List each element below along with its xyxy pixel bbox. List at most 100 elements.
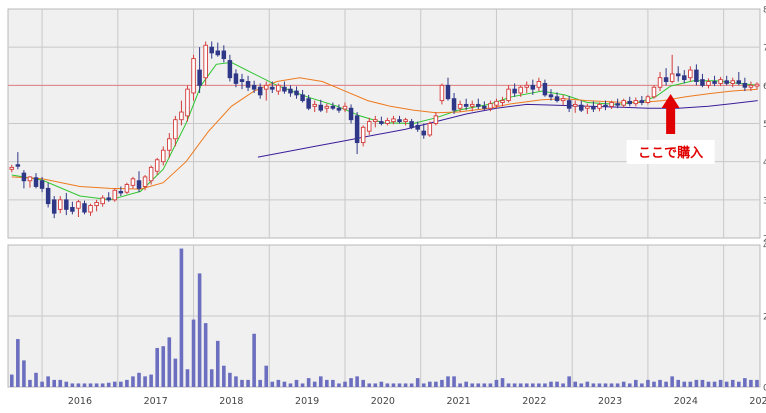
candle-body bbox=[542, 82, 548, 96]
candle-body bbox=[294, 90, 299, 96]
volume-bar bbox=[537, 383, 541, 387]
candle-body bbox=[130, 178, 136, 186]
volume-bar bbox=[264, 365, 269, 387]
volume-bar bbox=[106, 382, 111, 387]
candle-body bbox=[748, 84, 754, 88]
candle-body bbox=[488, 103, 493, 109]
candle-body bbox=[415, 124, 420, 130]
volume-panel: 0M2M4M bbox=[7, 242, 766, 394]
candle-body bbox=[94, 202, 99, 207]
volume-bar bbox=[185, 369, 190, 387]
volume-bar bbox=[470, 383, 475, 387]
volume-bar bbox=[167, 337, 172, 387]
volume-bar bbox=[215, 340, 220, 387]
volume-bar bbox=[64, 381, 69, 387]
volume-bar bbox=[337, 383, 341, 387]
candle-body bbox=[88, 205, 93, 213]
candle-body bbox=[179, 111, 184, 121]
volume-bar bbox=[179, 248, 184, 387]
candle-body bbox=[354, 115, 360, 144]
candle-body bbox=[148, 166, 154, 182]
volume-bar bbox=[446, 376, 450, 387]
candle-body bbox=[469, 103, 475, 107]
volume-bar bbox=[203, 323, 208, 387]
candle-body bbox=[579, 104, 584, 111]
candle-body bbox=[39, 180, 45, 189]
candle-body bbox=[457, 103, 463, 109]
candle-body bbox=[742, 82, 748, 88]
volume-bar bbox=[597, 383, 602, 387]
candle-body bbox=[506, 88, 511, 102]
candle-body bbox=[536, 81, 542, 88]
volume-bar bbox=[500, 378, 505, 387]
volume-bar bbox=[488, 383, 493, 387]
stock-chart: 200300400500600700800 ここで購入 0M2M4M 20162… bbox=[7, 6, 766, 407]
volume-bar bbox=[718, 379, 723, 387]
candle-body bbox=[70, 207, 75, 212]
candle-body bbox=[572, 103, 578, 107]
volume-bar bbox=[112, 381, 117, 387]
candle-body bbox=[160, 149, 166, 163]
volume-bar bbox=[676, 379, 681, 387]
candle-body bbox=[173, 119, 178, 140]
volume-bar bbox=[100, 383, 105, 387]
candle-body bbox=[433, 115, 439, 124]
candle-body bbox=[348, 107, 354, 121]
volume-bar bbox=[367, 383, 372, 387]
candle-body bbox=[330, 105, 336, 109]
x-tick-label: 2019 bbox=[295, 396, 319, 407]
candle bbox=[427, 121, 433, 137]
candle-body bbox=[615, 103, 620, 106]
candle-body bbox=[21, 172, 27, 182]
candle-body bbox=[397, 119, 402, 123]
volume-bar bbox=[197, 273, 202, 387]
volume-bar bbox=[143, 376, 147, 387]
volume-bar bbox=[476, 383, 481, 387]
volume-bar bbox=[22, 360, 26, 387]
volume-bar bbox=[652, 381, 656, 387]
volume-bar bbox=[640, 383, 644, 387]
volume-bar bbox=[76, 383, 81, 387]
volume-bar bbox=[585, 381, 590, 387]
x-tick-label: 2017 bbox=[144, 396, 168, 407]
candle-body bbox=[245, 81, 251, 88]
candle-body bbox=[609, 102, 614, 107]
candle-body bbox=[366, 121, 372, 132]
volume-bar bbox=[300, 383, 305, 387]
candle-body bbox=[342, 105, 348, 110]
volume-bar bbox=[94, 383, 99, 387]
volume-bar bbox=[312, 381, 317, 387]
candle-body bbox=[451, 98, 457, 111]
volume-bar bbox=[482, 383, 487, 387]
volume-bar bbox=[694, 379, 699, 387]
x-tick-label: 2016 bbox=[68, 396, 92, 407]
candle-body bbox=[724, 80, 729, 84]
candle-body bbox=[512, 88, 517, 94]
candle-body bbox=[197, 69, 202, 86]
volume-bar bbox=[343, 381, 347, 387]
volume-bar bbox=[609, 383, 614, 387]
candle-body bbox=[106, 197, 111, 201]
candle-body bbox=[306, 98, 311, 109]
volume-bar bbox=[543, 383, 547, 387]
volume-bar bbox=[361, 379, 365, 387]
candle-body bbox=[336, 107, 342, 111]
volume-bar bbox=[228, 372, 232, 387]
candle-body bbox=[603, 104, 608, 107]
volume-bar bbox=[494, 379, 499, 387]
candle-body bbox=[639, 100, 645, 103]
candle-body bbox=[403, 119, 408, 123]
candle-body bbox=[566, 100, 572, 109]
candle bbox=[112, 188, 118, 202]
volume-bar bbox=[9, 374, 14, 387]
candle-body bbox=[118, 190, 124, 194]
candle-body bbox=[421, 130, 427, 136]
volume-bar bbox=[755, 379, 759, 387]
candle-body bbox=[548, 94, 554, 98]
candle-body bbox=[288, 88, 293, 94]
volume-bar bbox=[555, 381, 559, 387]
candle-body bbox=[215, 50, 221, 56]
candle-body bbox=[633, 100, 639, 105]
volume-bar bbox=[355, 376, 359, 387]
candle-body bbox=[427, 123, 433, 136]
